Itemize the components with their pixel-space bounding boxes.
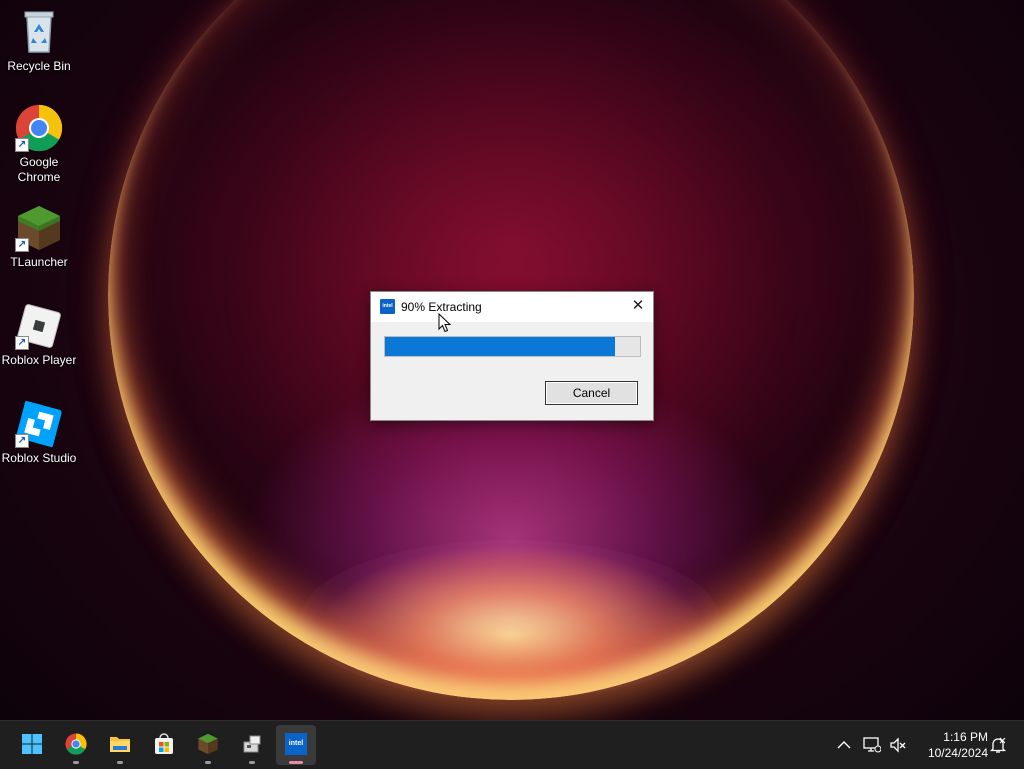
volume-muted-icon <box>890 737 906 753</box>
start-button[interactable] <box>12 725 52 765</box>
taskbar-installer-button[interactable] <box>232 725 272 765</box>
taskbar-intel-button[interactable]: intel <box>276 725 316 765</box>
running-indicator <box>73 761 79 764</box>
progress-fill <box>385 337 615 356</box>
roblox-studio-icon: ↗ <box>15 400 63 448</box>
chrome-icon <box>65 733 87 755</box>
desktop-icon-google-chrome[interactable]: ↗ Google Chrome <box>0 104 78 185</box>
running-indicator <box>205 761 211 764</box>
mouse-cursor-icon <box>438 313 452 333</box>
clock-time: 1:16 PM <box>943 730 988 744</box>
store-icon <box>155 733 173 754</box>
folder-icon <box>110 737 130 752</box>
taskbar-file-explorer-button[interactable] <box>100 725 140 765</box>
wallpaper-glow <box>300 540 720 700</box>
taskbar-chrome-button[interactable] <box>56 725 96 765</box>
running-indicator <box>249 761 255 764</box>
network-button[interactable] <box>860 721 884 769</box>
desktop-icon-recycle-bin[interactable]: Recycle Bin <box>0 8 78 74</box>
chrome-icon: ↗ <box>15 104 63 152</box>
installer-icon <box>243 735 261 753</box>
desktop-icon-tlauncher[interactable]: ↗ TLauncher <box>0 204 78 270</box>
intel-icon: intel <box>380 299 395 314</box>
roblox-player-icon: ↗ <box>15 302 63 350</box>
chevron-up-icon <box>837 740 851 749</box>
taskbar: intel 1:16 PM 10/24/2024 <box>0 720 1024 769</box>
extracting-dialog: intel 90% Extracting ✕ Cancel <box>370 291 654 421</box>
windows-start-icon <box>22 734 42 754</box>
volume-button[interactable] <box>886 721 910 769</box>
desktop-icon-label: TLauncher <box>10 255 68 269</box>
shortcut-arrow-icon: ↗ <box>15 238 29 252</box>
desktop-icon-roblox-player[interactable]: ↗ Roblox Player <box>0 302 78 368</box>
show-hidden-icons-button[interactable] <box>834 721 854 769</box>
network-icon <box>863 737 882 753</box>
notification-bell-icon <box>989 737 1007 753</box>
shortcut-arrow-icon: ↗ <box>15 336 29 350</box>
running-indicator <box>117 761 123 764</box>
cancel-button[interactable]: Cancel <box>545 381 638 405</box>
shortcut-arrow-icon: ↗ <box>15 434 29 448</box>
recycle-bin-icon <box>15 8 63 56</box>
notifications-button[interactable] <box>986 721 1010 769</box>
desktop-icon-label: Recycle Bin <box>7 59 71 73</box>
tlauncher-icon <box>198 733 218 755</box>
desktop-icon-label: Google Chrome <box>17 155 61 184</box>
clock[interactable]: 1:16 PM 10/24/2024 <box>912 729 988 761</box>
desktop-icon-label: Roblox Studio <box>1 451 77 465</box>
intel-icon: intel <box>285 733 307 755</box>
desktop-icon-label: Roblox Player <box>1 353 77 367</box>
clock-date: 10/24/2024 <box>927 746 988 760</box>
active-indicator <box>289 761 303 764</box>
extract-progress-bar <box>384 336 641 357</box>
dialog-title-bar[interactable]: intel 90% Extracting ✕ <box>371 292 653 322</box>
close-button[interactable]: ✕ <box>623 292 653 320</box>
tlauncher-icon: ↗ <box>15 204 63 252</box>
taskbar-store-button[interactable] <box>144 725 184 765</box>
dialog-title: 90% Extracting <box>401 300 482 314</box>
desktop-icon-roblox-studio[interactable]: ↗ Roblox Studio <box>0 400 78 466</box>
shortcut-arrow-icon: ↗ <box>15 138 29 152</box>
taskbar-tlauncher-button[interactable] <box>188 725 228 765</box>
